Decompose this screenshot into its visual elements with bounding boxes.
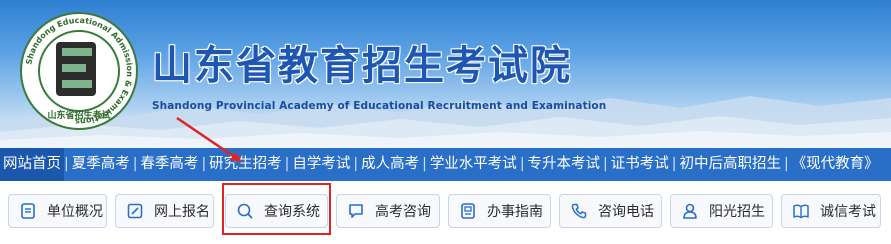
- nav-certificate-exam[interactable]: 证书考试: [608, 148, 672, 181]
- nav-proficiency-test[interactable]: 学业水平考试: [427, 148, 520, 181]
- site-logo[interactable]: Shandong Educational Admission & Examina…: [18, 10, 140, 132]
- user-icon: [683, 203, 697, 219]
- nav-upgrade-exam[interactable]: 专升本考试: [525, 148, 604, 181]
- nav-adult-gaokao[interactable]: 成人高考: [358, 148, 422, 181]
- unit-overview-button[interactable]: 单位概况: [8, 194, 107, 228]
- site-header: Shandong Educational Admission & Examina…: [0, 0, 891, 148]
- online-registration-label: 网上报名: [154, 204, 210, 220]
- nav-vocational-enrollment[interactable]: 初中后高职招生: [676, 148, 784, 181]
- edit-icon: [127, 203, 143, 219]
- integrity-exam-button[interactable]: 诚信考试: [781, 194, 881, 228]
- document-icon: [21, 203, 35, 219]
- unit-overview-label: 单位概况: [47, 204, 103, 220]
- query-system-label: 查询系统: [264, 204, 320, 220]
- search-icon: [237, 203, 253, 219]
- site-subtitle: Shandong Provincial Academy of Education…: [152, 100, 607, 112]
- service-guide-label: 办事指南: [487, 204, 543, 220]
- guide-icon: [461, 203, 475, 219]
- nav-modern-education[interactable]: 《现代教育》: [789, 148, 882, 181]
- integrity-exam-label: 诚信考试: [820, 204, 876, 220]
- service-guide-button[interactable]: 办事指南: [448, 194, 551, 228]
- consult-phone-button[interactable]: 咨询电话: [559, 194, 662, 228]
- gaokao-consult-button[interactable]: 高考咨询: [336, 194, 440, 228]
- sunshine-enrollment-button[interactable]: 阳光招生: [670, 194, 773, 228]
- nav-home[interactable]: 网站首页: [0, 148, 64, 181]
- nav-spring-gaokao[interactable]: 春季高考: [137, 148, 201, 181]
- phone-icon: [571, 203, 587, 219]
- book-icon: [793, 204, 809, 219]
- chat-icon: [349, 204, 363, 218]
- online-registration-button[interactable]: 网上报名: [115, 194, 214, 228]
- gaokao-consult-label: 高考咨询: [375, 204, 431, 220]
- main-nav: 网站首页 | 夏季高考 | 春季高考 | 研究生招考 | 自学考试 | 成人高考…: [0, 148, 891, 181]
- quick-links-bar: 单位概况 网上报名 查询系统 高考咨询 办事指南 咨询电话 阳光招生 诚信考试: [0, 181, 891, 244]
- nav-graduate-exam[interactable]: 研究生招考: [206, 148, 285, 181]
- consult-phone-label: 咨询电话: [598, 204, 654, 220]
- site-title: 山东省教育招生考试院: [152, 43, 572, 89]
- query-system-button[interactable]: 查询系统: [225, 194, 328, 228]
- sunshine-enrollment-label: 阳光招生: [709, 204, 765, 220]
- nav-self-study-exam[interactable]: 自学考试: [289, 148, 353, 181]
- logo-bottom-text: 山东省招生考试: [47, 109, 110, 121]
- nav-summer-gaokao[interactable]: 夏季高考: [69, 148, 133, 181]
